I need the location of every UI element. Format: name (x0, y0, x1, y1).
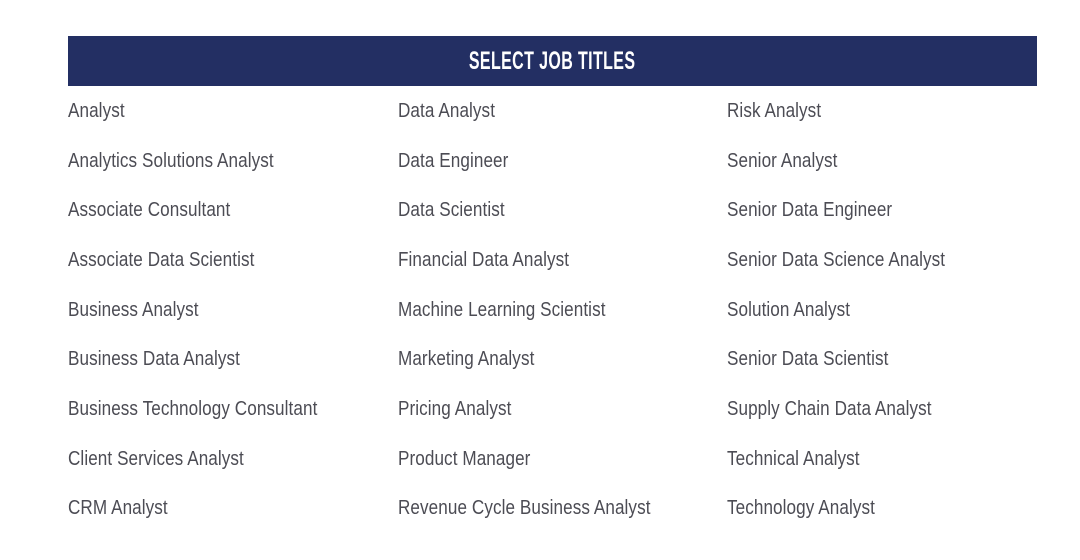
job-title-item[interactable]: Analytics Solutions Analyst (68, 151, 350, 171)
job-title-item[interactable]: Marketing Analyst (398, 349, 679, 369)
job-titles-grid: Analyst Data Analyst Risk Analyst Analyt… (68, 86, 1037, 533)
job-title-item[interactable]: Data Analyst (398, 101, 679, 121)
job-title-item[interactable]: Solution Analyst (727, 300, 992, 320)
job-titles-panel: SELECT JOB TITLES Analyst Data Analyst R… (68, 36, 1037, 536)
job-title-item[interactable]: Associate Data Scientist (68, 250, 350, 270)
job-title-item[interactable]: Machine Learning Scientist (398, 300, 679, 320)
job-title-item[interactable]: Associate Consultant (68, 200, 350, 220)
job-title-item[interactable]: Senior Data Scientist (727, 349, 992, 369)
job-title-item[interactable]: Risk Analyst (727, 101, 992, 121)
job-title-item[interactable]: Financial Data Analyst (398, 250, 679, 270)
job-title-item[interactable]: Technology Analyst (727, 498, 992, 518)
job-title-item[interactable]: Business Technology Consultant (68, 399, 350, 419)
job-title-item[interactable]: Business Data Analyst (68, 349, 350, 369)
job-title-item[interactable]: Technical Analyst (727, 449, 992, 469)
job-title-item[interactable]: Supply Chain Data Analyst (727, 399, 992, 419)
job-title-item[interactable]: Client Services Analyst (68, 449, 350, 469)
job-title-item[interactable]: Analyst (68, 101, 350, 121)
header-bar: SELECT JOB TITLES (68, 36, 1037, 86)
job-title-item[interactable]: Product Manager (398, 449, 679, 469)
job-title-item[interactable]: Business Analyst (68, 300, 350, 320)
page-title: SELECT JOB TITLES (469, 46, 636, 75)
job-title-item[interactable]: Senior Analyst (727, 151, 992, 171)
job-title-item[interactable]: Senior Data Science Analyst (727, 250, 992, 270)
job-title-item[interactable]: Data Engineer (398, 151, 679, 171)
job-title-item[interactable]: Revenue Cycle Business Analyst (398, 498, 679, 518)
job-title-item[interactable]: Senior Data Engineer (727, 200, 992, 220)
job-title-item[interactable]: CRM Analyst (68, 498, 350, 518)
job-title-item[interactable]: Data Scientist (398, 200, 679, 220)
job-title-item[interactable]: Pricing Analyst (398, 399, 679, 419)
